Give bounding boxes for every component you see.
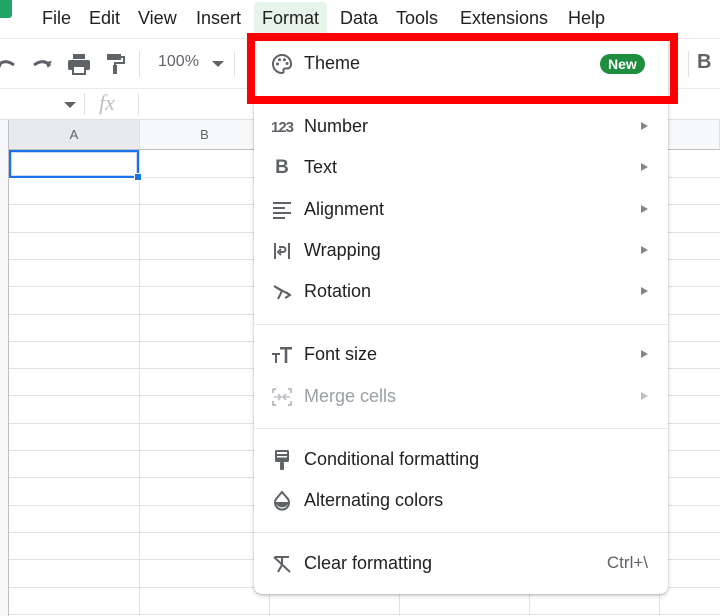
- menu-help[interactable]: Help: [560, 2, 613, 34]
- format-menu-clear-formatting[interactable]: Clear formatting Ctrl+\: [254, 544, 668, 584]
- grid-column-line: [139, 150, 140, 616]
- menu-item-label: Font size: [304, 344, 378, 364]
- menu-tools[interactable]: Tools: [388, 2, 446, 34]
- selected-cell-a1[interactable]: [9, 150, 139, 178]
- menu-view[interactable]: View: [130, 2, 185, 34]
- zoom-select[interactable]: 100%: [158, 53, 199, 71]
- rotation-icon: [270, 280, 294, 304]
- palette-icon: [270, 52, 294, 76]
- menu-item-label: Wrapping: [304, 240, 381, 260]
- format-menu: Theme New 123 Number B Text Alignment Wr…: [254, 36, 668, 594]
- format-menu-alternating-colors[interactable]: Alternating colors: [254, 481, 668, 521]
- alternating-colors-icon: [270, 489, 294, 513]
- format-menu-rotation[interactable]: Rotation: [254, 272, 668, 312]
- zoom-dropdown-icon[interactable]: [212, 61, 224, 67]
- toolbar-divider: [688, 51, 689, 77]
- fx-icon: fx: [99, 90, 115, 115]
- toolbar-divider: [139, 51, 140, 77]
- format-menu-merge-cells: Merge cells: [254, 377, 668, 417]
- formula-divider: [138, 93, 139, 115]
- name-box-dropdown-icon[interactable]: [64, 102, 76, 108]
- menu-item-label: Clear formatting: [304, 553, 433, 573]
- format-menu-font-size[interactable]: Font size: [254, 335, 668, 375]
- row-header: [0, 120, 9, 616]
- format-menu-text[interactable]: B Text: [254, 148, 668, 188]
- submenu-arrow-icon: [641, 122, 648, 130]
- fill-handle[interactable]: [134, 173, 142, 181]
- menu-format[interactable]: Format: [254, 2, 328, 34]
- conditional-format-icon: [270, 448, 294, 472]
- menu-edit[interactable]: Edit: [81, 2, 128, 34]
- submenu-arrow-icon: [641, 205, 648, 213]
- submenu-arrow-icon: [641, 287, 648, 295]
- menu-divider: [254, 324, 668, 325]
- submenu-arrow-icon: [641, 246, 648, 254]
- menu-divider: [254, 428, 668, 429]
- grid-row-line: [9, 614, 720, 615]
- number-123-icon: 123: [270, 118, 294, 136]
- wrap-icon: [270, 239, 294, 263]
- menu-item-label: Alignment: [304, 199, 385, 219]
- formula-divider: [84, 93, 85, 115]
- format-menu-alignment[interactable]: Alignment: [254, 190, 668, 230]
- undo-icon[interactable]: [0, 53, 18, 75]
- menu-divider: [254, 532, 668, 533]
- format-menu-number[interactable]: 123 Number: [254, 107, 668, 147]
- toolbar-divider: [234, 51, 235, 77]
- menu-file[interactable]: File: [34, 2, 79, 34]
- menu-item-label: Text: [304, 157, 338, 177]
- bold-b-icon: B: [275, 157, 289, 178]
- menu-item-label: Alternating colors: [304, 490, 444, 510]
- submenu-arrow-icon: [641, 163, 648, 171]
- shortcut-label: Ctrl+\: [606, 553, 648, 572]
- menu-item-label: Merge cells: [304, 386, 397, 406]
- format-menu-wrapping[interactable]: Wrapping: [254, 231, 668, 271]
- align-left-icon: [270, 198, 294, 222]
- submenu-arrow-icon: [641, 392, 648, 400]
- menu-item-label: Conditional formatting: [304, 449, 480, 469]
- submenu-arrow-icon: [641, 350, 648, 358]
- bold-button[interactable]: B: [697, 51, 711, 74]
- menu-insert[interactable]: Insert: [188, 2, 249, 34]
- clear-format-icon: [270, 552, 294, 576]
- paint-format-icon[interactable]: [104, 53, 128, 75]
- font-size-icon: [270, 343, 294, 367]
- redo-icon[interactable]: [30, 53, 54, 75]
- merge-cells-icon: [270, 385, 294, 409]
- print-icon[interactable]: [67, 53, 91, 75]
- format-menu-conditional-formatting[interactable]: Conditional formatting: [254, 440, 668, 480]
- column-header-a[interactable]: A: [9, 120, 140, 150]
- menu-item-label: Number: [304, 116, 369, 136]
- spreadsheet-app: File Edit View Insert Format Data Tools …: [0, 0, 720, 616]
- new-badge: New: [600, 54, 645, 74]
- menu-item-label: Rotation: [304, 281, 372, 301]
- format-menu-theme[interactable]: Theme New: [254, 44, 668, 84]
- column-header-b[interactable]: B: [140, 120, 270, 150]
- menu-item-label: Theme: [304, 53, 361, 73]
- menu-data[interactable]: Data: [332, 2, 386, 34]
- menu-bar: File Edit View Insert Format Data Tools …: [0, 0, 720, 36]
- menu-extensions[interactable]: Extensions: [452, 2, 556, 34]
